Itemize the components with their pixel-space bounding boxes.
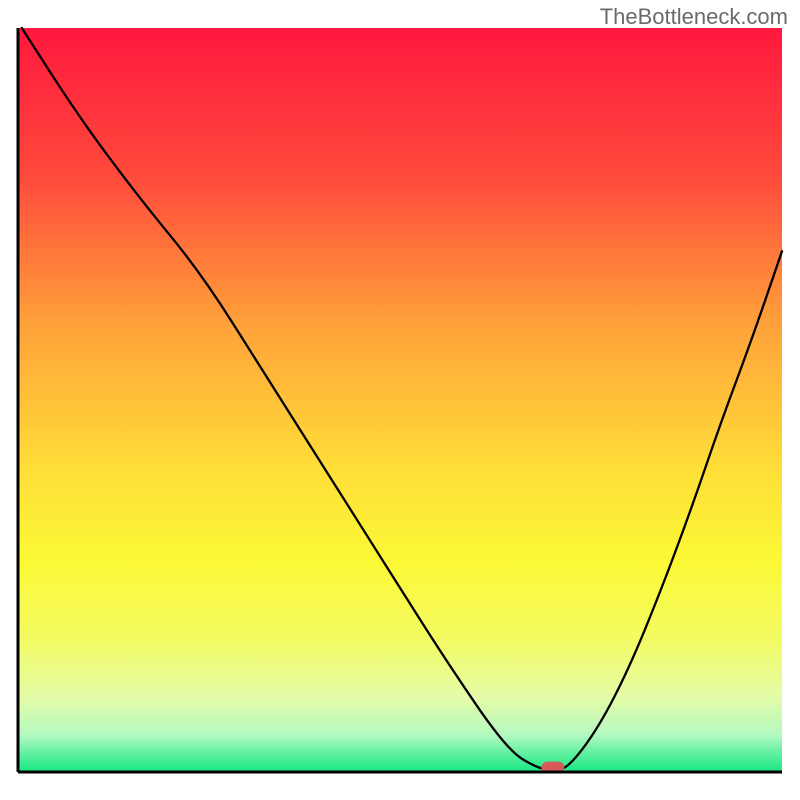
bottleneck-chart: [0, 0, 800, 800]
watermark-text: TheBottleneck.com: [600, 4, 788, 30]
plot-background: [18, 28, 782, 772]
